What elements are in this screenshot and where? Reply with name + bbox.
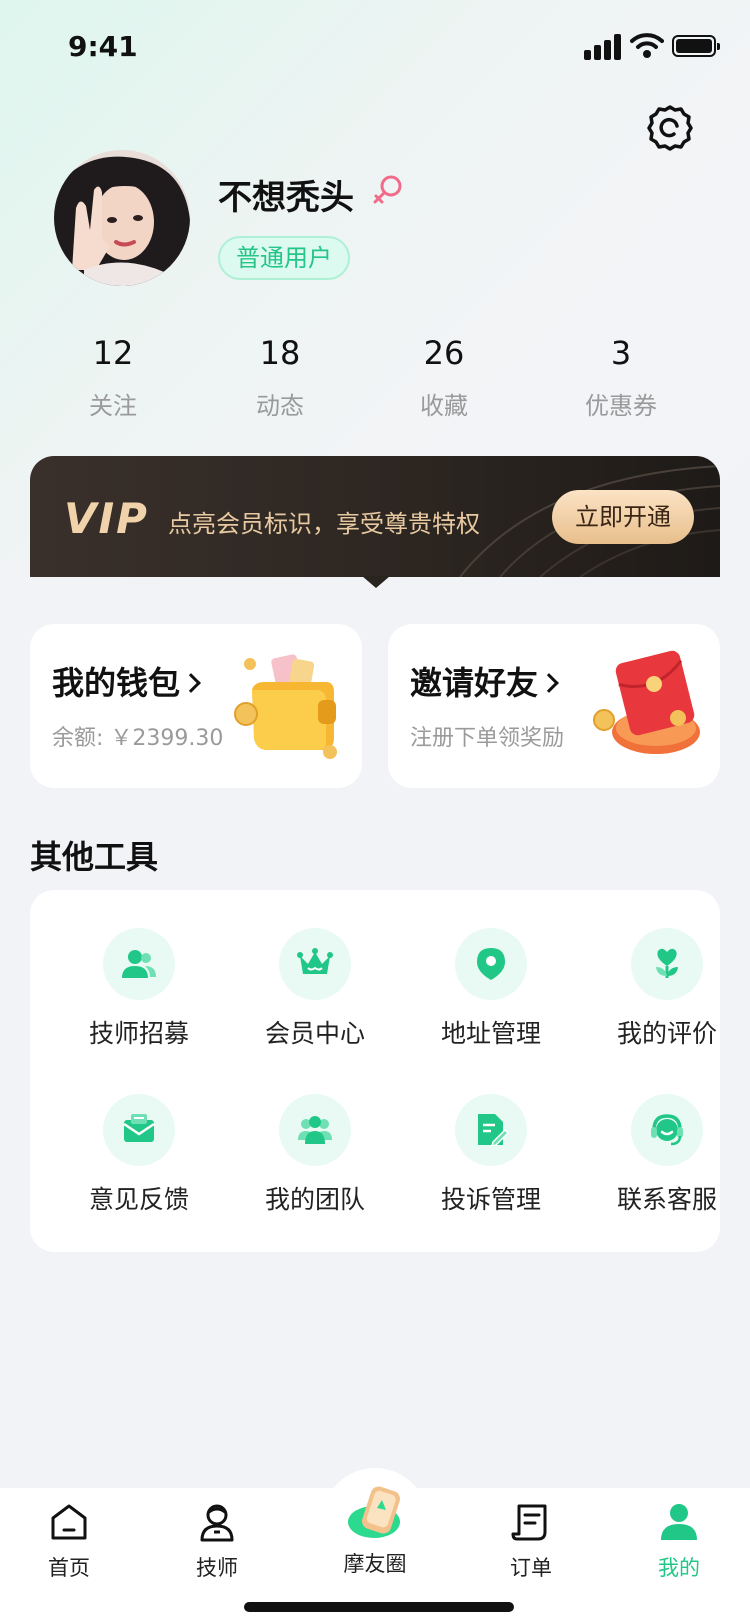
tools-grid: 技师招募 会员中心 地址管理 我的评价 意见反馈 我的团队 投诉管理 联系客服 — [30, 890, 720, 1252]
vip-pointer — [362, 576, 390, 588]
stat-coupons[interactable]: 3 优惠券 — [551, 334, 691, 421]
tab-technician[interactable]: 技师 — [162, 1502, 272, 1582]
tab-label: 技师 — [196, 1556, 238, 1580]
tool-technician-recruit[interactable]: 技师招募 — [69, 928, 209, 1050]
red-envelope-icon — [593, 650, 700, 754]
tool-my-team[interactable]: 我的团队 — [245, 1094, 385, 1216]
stat-value: 26 — [423, 334, 465, 372]
tool-label: 会员中心 — [264, 1019, 365, 1048]
chevron-right-icon — [181, 673, 201, 693]
order-icon — [511, 1504, 547, 1541]
invite-friends-card[interactable]: 邀请好友 注册下单领奖励 — [388, 624, 720, 788]
tab-label: 摩友圈 — [343, 1552, 407, 1576]
tool-label: 地址管理 — [440, 1019, 541, 1048]
envelope-icon — [103, 1094, 175, 1166]
status-time: 9:41 — [68, 30, 138, 63]
tool-member-center[interactable]: 会员中心 — [245, 928, 385, 1050]
tab-orders[interactable]: 订单 — [476, 1502, 586, 1582]
tool-complaint-management[interactable]: 投诉管理 — [421, 1094, 561, 1216]
location-pin-icon — [455, 928, 527, 1000]
tool-my-reviews[interactable]: 我的评价 — [597, 928, 737, 1050]
vip-banner[interactable]: VIP 点亮会员标识，享受尊贵特权 立即开通 — [30, 456, 720, 577]
stat-favorites[interactable]: 26 收藏 — [374, 334, 514, 421]
technician-icon — [200, 1504, 234, 1542]
tool-label: 联系客服 — [616, 1185, 717, 1214]
tool-feedback[interactable]: 意见反馈 — [69, 1094, 209, 1216]
user-type-badge: 普通用户 — [218, 236, 350, 280]
wallet-icon — [234, 654, 337, 759]
vip-logo: VIP — [64, 494, 149, 543]
tool-label: 技师招募 — [88, 1019, 189, 1048]
chevron-right-icon — [539, 673, 559, 693]
stat-value: 12 — [92, 334, 134, 372]
tools-section-title: 其他工具 — [30, 838, 159, 876]
username: 不想秃头 — [218, 178, 354, 218]
users-icon — [103, 928, 175, 1000]
crown-icon — [279, 928, 351, 1000]
tool-label: 我的团队 — [264, 1185, 365, 1214]
stat-value: 3 — [610, 334, 632, 372]
tool-address-management[interactable]: 地址管理 — [421, 928, 561, 1050]
female-gender-icon — [373, 175, 402, 204]
heart-flower-icon — [631, 928, 703, 1000]
stat-posts[interactable]: 18 动态 — [210, 334, 350, 421]
tab-mine[interactable]: 我的 — [624, 1502, 734, 1582]
stat-label: 优惠券 — [585, 392, 657, 420]
tab-home[interactable]: 首页 — [14, 1502, 124, 1582]
signal-icon — [584, 34, 624, 60]
invite-title: 邀请好友 — [410, 658, 559, 704]
stat-following[interactable]: 12 关注 — [43, 334, 183, 421]
tab-label: 首页 — [48, 1556, 90, 1580]
tool-customer-service[interactable]: 联系客服 — [597, 1094, 737, 1216]
tab-label: 订单 — [510, 1556, 552, 1580]
battery-icon — [672, 35, 720, 57]
tool-label: 投诉管理 — [440, 1185, 541, 1214]
invite-subtitle: 注册下单领奖励 — [410, 726, 565, 751]
tab-moyouquan[interactable]: 摩友圈 — [320, 1480, 430, 1578]
tool-label: 我的评价 — [616, 1019, 717, 1048]
stat-label: 关注 — [89, 392, 137, 420]
wifi-icon — [630, 33, 664, 58]
team-icon — [279, 1094, 351, 1166]
headset-icon — [631, 1094, 703, 1166]
tool-label: 意见反馈 — [88, 1185, 189, 1214]
wallet-title: 我的钱包 — [52, 658, 201, 704]
vip-activate-button[interactable]: 立即开通 — [552, 490, 694, 544]
tab-label: 我的 — [658, 1556, 700, 1580]
avatar[interactable] — [54, 150, 190, 286]
status-bar: 9:41 — [0, 0, 750, 96]
stat-label: 动态 — [256, 392, 304, 420]
home-indicator — [244, 1602, 514, 1612]
moyouquan-icon — [348, 1486, 400, 1538]
wallet-card[interactable]: 我的钱包 余额: ￥2399.30 — [30, 624, 362, 788]
document-edit-icon — [455, 1094, 527, 1166]
wallet-balance: 余额: ￥2399.30 — [52, 726, 224, 751]
home-icon — [51, 1504, 87, 1540]
profile-icon — [661, 1504, 697, 1540]
vip-promo-text: 点亮会员标识，享受尊贵特权 — [168, 510, 480, 538]
stat-label: 收藏 — [420, 392, 468, 420]
stat-value: 18 — [259, 334, 301, 372]
settings-gear-icon[interactable] — [646, 104, 694, 152]
